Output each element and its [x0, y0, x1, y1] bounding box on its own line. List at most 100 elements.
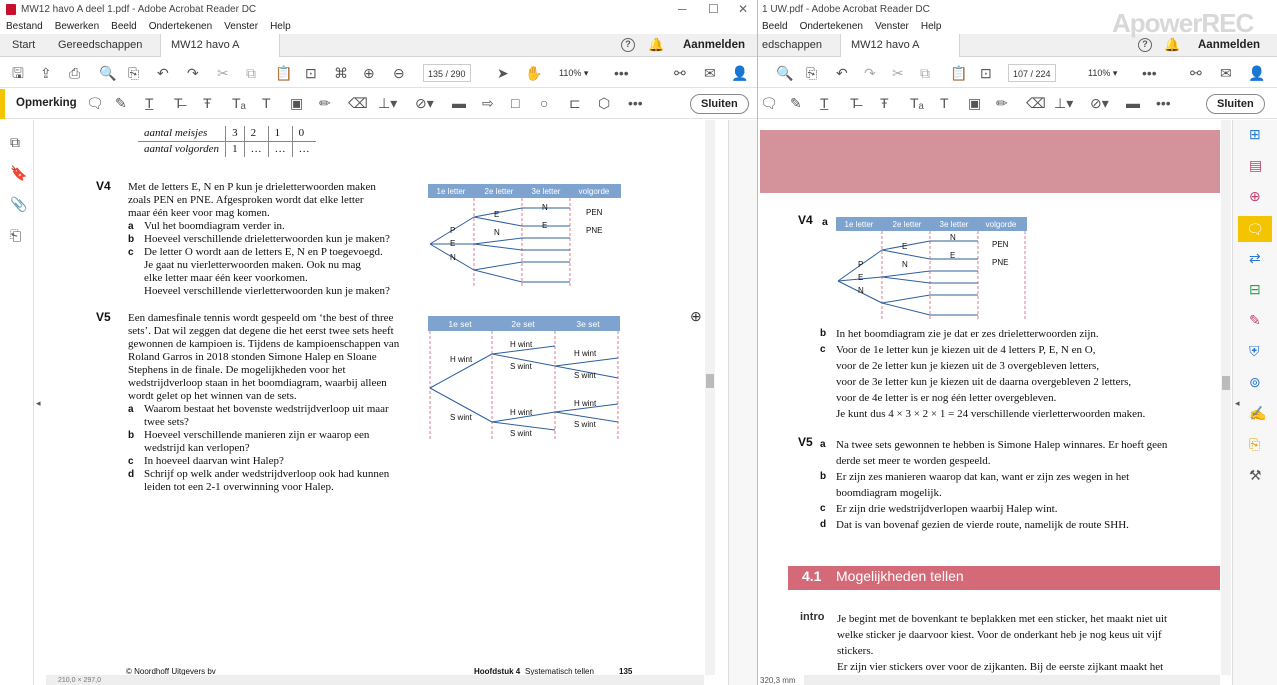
upload-icon[interactable]: ⇪ — [40, 65, 52, 81]
protect-icon[interactable]: ⛨ — [1249, 343, 1260, 360]
menu-help[interactable]: Help — [270, 21, 291, 32]
cut-icon[interactable]: ✂ — [892, 65, 904, 81]
more-tools-icon[interactable]: ••• — [1156, 95, 1171, 111]
attachment-icon[interactable]: 📎 — [10, 196, 27, 213]
more-icon[interactable]: ••• — [1142, 65, 1157, 81]
help-icon[interactable]: ? — [621, 38, 635, 52]
menu-venster[interactable]: Venster — [224, 21, 258, 32]
attach-icon[interactable]: ⊘▾ — [415, 95, 434, 111]
close-window-icon[interactable]: ✕ — [738, 2, 748, 16]
oval-icon[interactable]: ○ — [540, 95, 548, 111]
left-scroll-thumb[interactable] — [706, 374, 714, 388]
combine-files-icon[interactable]: ⇄ — [1249, 250, 1261, 267]
send-for-comments-icon[interactable]: ⎘ — [1249, 436, 1260, 453]
text-icon[interactable]: T — [940, 95, 949, 111]
menu-bestand[interactable]: Bestand — [6, 21, 43, 32]
menu-ondertekenen[interactable]: Ondertekenen — [149, 21, 212, 32]
bookmark-icon[interactable]: 🔖 — [10, 165, 27, 182]
undo-icon[interactable]: ↶ — [836, 65, 848, 81]
more-icon[interactable]: ••• — [614, 65, 629, 81]
copy-icon[interactable]: ⧉ — [920, 65, 930, 81]
tab-start[interactable]: Start — [2, 34, 45, 57]
copy-icon[interactable]: ⧉ — [246, 65, 256, 81]
page-number-input[interactable]: 107 / 224 — [1008, 64, 1056, 82]
right-vertical-scrollbar[interactable] — [1221, 120, 1231, 675]
polygon-icon[interactable]: ⬡ — [598, 95, 610, 111]
attach-icon[interactable]: ⊘▾ — [1090, 95, 1109, 111]
menu-beeld[interactable]: Beeld — [111, 21, 137, 32]
mail-icon[interactable]: ✉ — [704, 65, 716, 81]
save-icon[interactable]: 🖫 — [12, 65, 24, 81]
edit-doc-icon[interactable]: ⎘ — [806, 65, 817, 81]
add-user-icon[interactable]: 👤 — [1248, 65, 1265, 81]
stamp-icon[interactable]: ⊥▾ — [378, 95, 397, 111]
menu-ondertekenen[interactable]: Ondertekenen — [800, 21, 863, 32]
paste-icon[interactable]: 📋 — [275, 65, 292, 81]
select-cursor-icon[interactable]: ➤ — [497, 65, 509, 81]
strikethrough-icon[interactable]: T̶ — [850, 95, 859, 111]
page-down-icon[interactable]: ⊖ — [393, 65, 405, 81]
signin-button[interactable]: Aanmelden — [1198, 39, 1260, 51]
stamp-icon[interactable]: ⊥▾ — [1054, 95, 1073, 111]
arrow-icon[interactable]: ⇨ — [482, 95, 494, 111]
right-horizontal-scrollbar[interactable] — [804, 675, 1220, 685]
strikethrough-icon[interactable]: T̶ — [174, 95, 183, 111]
right-scroll-thumb[interactable] — [1222, 376, 1230, 390]
zoom-select[interactable]: 110% ▾ — [1088, 64, 1117, 82]
redo-icon[interactable]: ↷ — [187, 65, 199, 81]
tab-document[interactable]: MW12 havo A deel...✕ — [840, 34, 960, 74]
zoom-select[interactable]: 110% ▾ — [559, 64, 588, 82]
menu-help[interactable]: Help — [921, 21, 942, 32]
undo-icon[interactable]: ↶ — [157, 65, 169, 81]
tab-gereedschappen[interactable]: edschappen — [758, 34, 832, 57]
underline-text-icon[interactable]: T̲ — [145, 95, 154, 111]
textbox-icon[interactable]: ▣ — [290, 95, 303, 111]
more-tools-wrench-icon[interactable]: ⚒ — [1249, 467, 1262, 484]
eraser-icon[interactable]: ⌫ — [348, 95, 368, 111]
textbox-icon[interactable]: ▣ — [968, 95, 981, 111]
menu-beeld[interactable]: Beeld — [762, 21, 788, 32]
organize-pages-icon[interactable]: ▤ — [1249, 157, 1262, 174]
create-pdf-icon[interactable]: ⊞ — [1249, 126, 1261, 143]
scan-ocr-icon[interactable]: ⊚ — [1249, 374, 1261, 391]
close-comment-button[interactable]: Sluiten — [1206, 94, 1265, 114]
line-icon[interactable]: ▬ — [452, 95, 466, 111]
bell-icon[interactable]: 🔔 — [648, 37, 664, 53]
link-icon[interactable]: ⚯ — [674, 65, 686, 81]
close-comment-button[interactable]: Sluiten — [690, 94, 749, 114]
minimize-icon[interactable]: ─ — [678, 2, 687, 16]
underline-text-icon[interactable]: T̲ — [820, 95, 829, 111]
export-pdf-icon[interactable]: ⊕ — [1249, 188, 1261, 205]
page-up-icon[interactable]: ⊕ — [363, 65, 375, 81]
edit-pdf-icon[interactable]: ⊟ — [1249, 281, 1261, 298]
snapshot-icon[interactable]: ⊡ — [980, 65, 992, 81]
replace-text-icon[interactable]: Ŧ — [880, 95, 889, 111]
tab-gereedschappen[interactable]: Gereedschappen — [48, 34, 152, 57]
tab-document[interactable]: MW12 havo A deel...✕ — [160, 34, 280, 74]
left-horizontal-scrollbar[interactable] — [46, 675, 704, 685]
redo-icon[interactable]: ↷ — [864, 65, 876, 81]
insert-text-icon[interactable]: Tₐ — [910, 95, 924, 111]
line-icon[interactable]: ▬ — [1126, 95, 1140, 111]
maximize-icon[interactable]: ☐ — [708, 2, 719, 16]
pencil-icon[interactable]: ✏ — [996, 95, 1008, 111]
rectangle-icon[interactable]: □ — [511, 95, 519, 111]
fill-sign-icon[interactable]: ✎ — [1249, 312, 1261, 329]
paste-icon[interactable]: 📋 — [950, 65, 967, 81]
polygon-line-icon[interactable]: ⊏ — [569, 95, 581, 111]
page-number-input[interactable]: 135 / 290 — [423, 64, 471, 82]
sticky-note-icon[interactable]: 🗨 — [760, 95, 778, 111]
more-tools-icon[interactable]: ••• — [628, 95, 643, 111]
menu-venster[interactable]: Venster — [875, 21, 909, 32]
signature-panel-icon[interactable]: ⎗ — [10, 227, 21, 244]
request-signature-icon[interactable]: ✍ — [1249, 405, 1266, 422]
insert-text-icon[interactable]: Tₐ — [232, 95, 246, 111]
text-icon[interactable]: T — [262, 95, 271, 111]
add-user-icon[interactable]: 👤 — [731, 65, 748, 81]
left-vertical-scrollbar[interactable] — [705, 120, 715, 675]
collapse-panel-icon[interactable]: ◂ — [36, 398, 41, 409]
find-icon[interactable]: ⌘ — [334, 65, 348, 81]
bell-icon[interactable]: 🔔 — [1164, 37, 1180, 53]
highlight-icon[interactable]: ✎ — [115, 95, 127, 111]
comment-tool-icon[interactable]: 🗨 — [1238, 216, 1272, 242]
